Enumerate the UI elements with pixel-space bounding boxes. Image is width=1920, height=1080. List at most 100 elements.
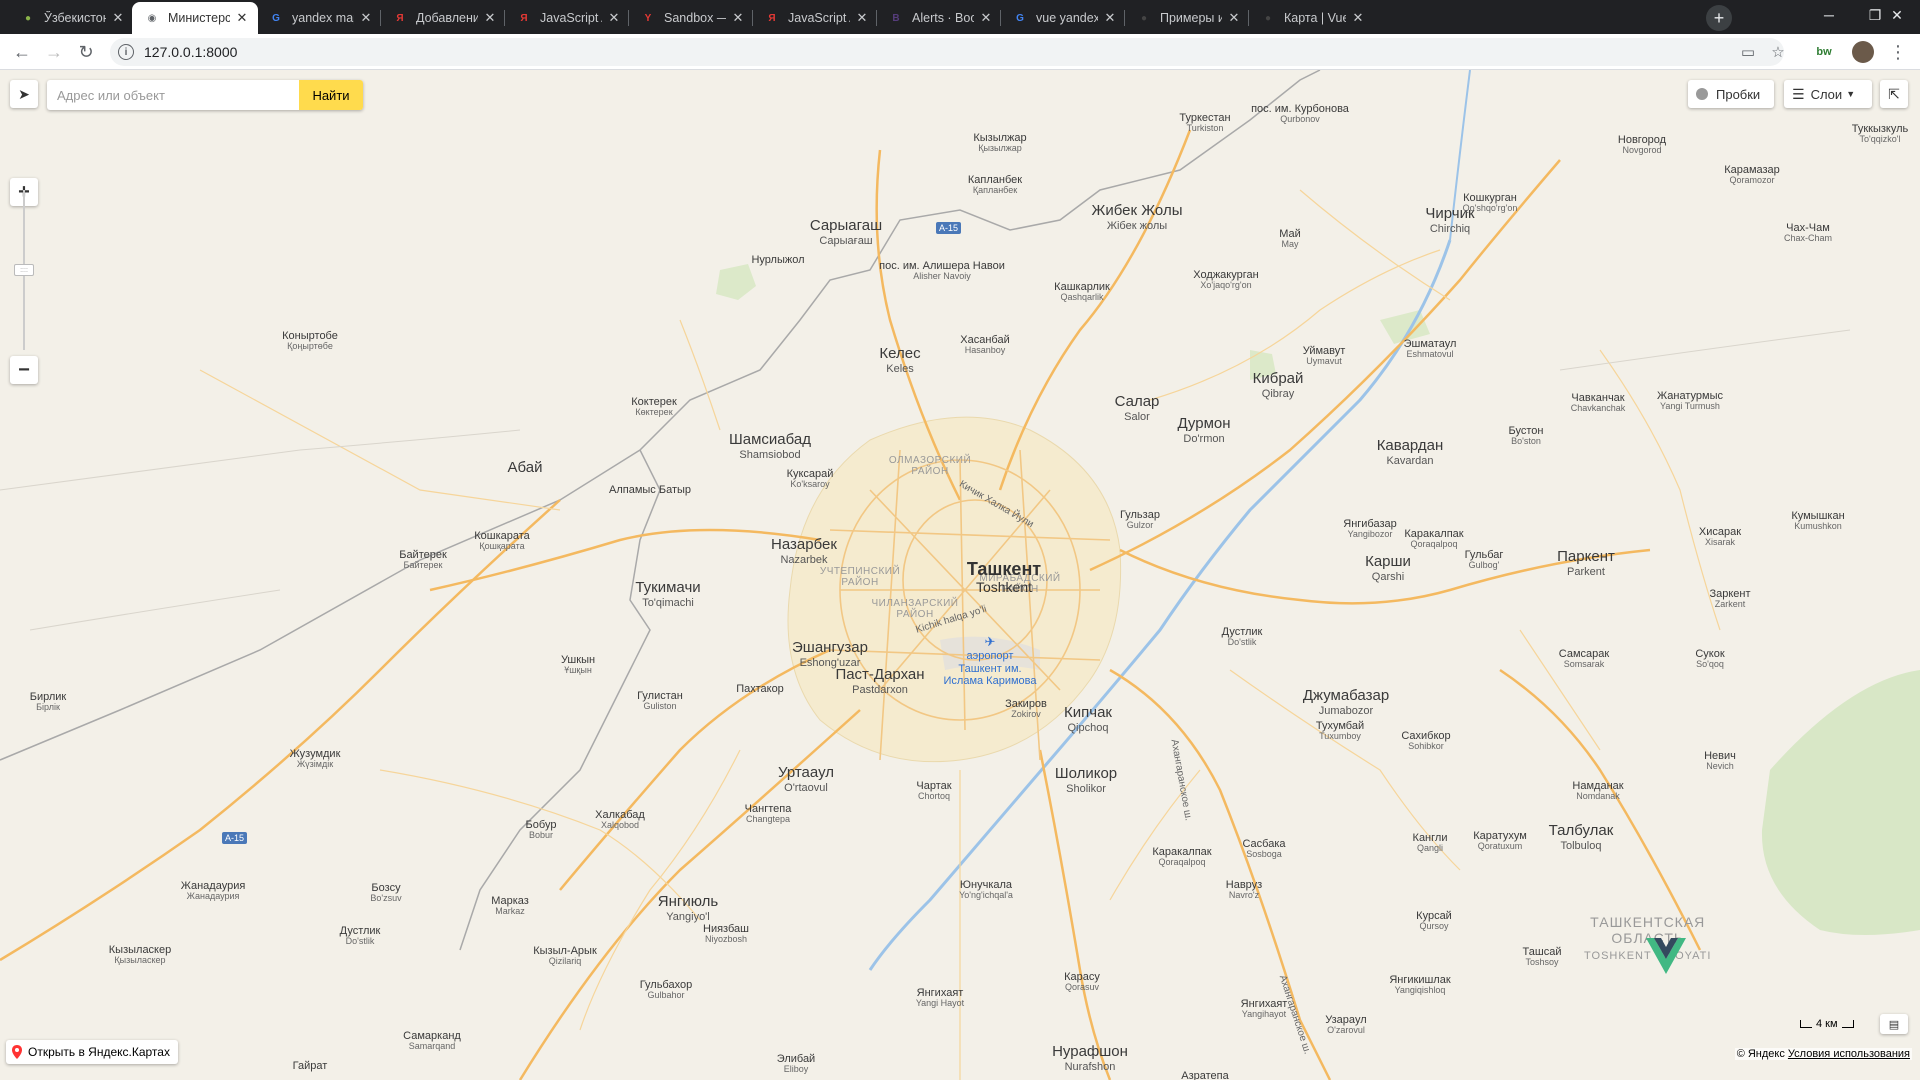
place-label[interactable]: Бозсу Bo'zsuv <box>370 882 401 904</box>
place-label[interactable]: Салар Salor <box>1115 393 1160 423</box>
place-label[interactable]: Кошкурган Qo'shqo'rg'on <box>1463 192 1518 214</box>
browser-tab[interactable]: Gvue yandex map ✕ <box>1000 2 1126 34</box>
place-label[interactable]: Ташкент Toshkent <box>967 559 1041 595</box>
place-label[interactable]: Янгибазар Yangibozor <box>1343 518 1397 540</box>
place-label[interactable]: Узарaул O'zarovul <box>1325 1014 1366 1036</box>
place-label[interactable]: Бобур Bobur <box>526 819 557 841</box>
place-label[interactable]: Карши Qarshi <box>1365 553 1411 583</box>
place-label[interactable]: Самсарак Somsarak <box>1559 648 1609 670</box>
place-label[interactable]: Келес Keles <box>879 345 920 375</box>
new-tab-button[interactable]: + <box>1706 5 1732 31</box>
bookmark-star-icon[interactable]: ☆ <box>1766 40 1790 64</box>
place-label[interactable]: Кангли Qangli <box>1413 832 1448 854</box>
place-label[interactable]: Чах-Чам Chax-Cham <box>1784 222 1832 244</box>
place-label[interactable]: Жанатурмыс Yangi Turmush <box>1657 390 1723 412</box>
place-label[interactable]: Коктерек Көктерек <box>631 396 677 418</box>
close-tab-icon[interactable]: ✕ <box>110 10 126 26</box>
menu-dots-icon[interactable]: ⋮ <box>1886 40 1910 64</box>
place-label[interactable]: Ниязбаш Niyozbosh <box>703 923 749 945</box>
place-label[interactable]: Азратепа <box>1181 1070 1228 1080</box>
place-label[interactable]: Чангтепа Changtepa <box>745 803 792 825</box>
place-label[interactable]: Тукимачи To'qimachi <box>635 579 700 609</box>
place-label[interactable]: Гульзар Gulzor <box>1120 509 1160 531</box>
place-label[interactable]: Нурафшон Nurafshon <box>1052 1043 1128 1073</box>
extension-icon[interactable]: bw <box>1812 40 1836 64</box>
place-label[interactable]: Заркент Zarkent <box>1709 588 1750 610</box>
place-label[interactable]: Жанадаурия Жанадаурия <box>181 880 246 902</box>
place-label[interactable]: Паст-Дархан Pastdarxon <box>835 666 924 696</box>
zoom-out-button[interactable]: − <box>10 356 38 384</box>
place-label[interactable]: Пахтакор <box>736 683 784 695</box>
browser-tab[interactable]: ◉ Министерство за ✕ <box>132 2 258 34</box>
place-label[interactable]: Байтерек Байтерек <box>399 549 447 571</box>
forward-icon[interactable]: → <box>40 38 68 66</box>
place-label[interactable]: Назарбек Nazarbek <box>771 536 837 566</box>
place-label[interactable]: Новгород Novgorod <box>1618 134 1666 156</box>
browser-tab[interactable]: ● Карта | Vue-yand ✕ <box>1248 2 1374 34</box>
place-label[interactable]: Самарканд Samarqand <box>403 1030 461 1052</box>
place-label[interactable]: Чартак Chortoq <box>916 780 951 802</box>
place-label[interactable]: пос. им. Курбонова Qurbonov <box>1251 103 1349 125</box>
place-label[interactable]: Май May <box>1279 228 1301 250</box>
place-label[interactable]: Невич Nevich <box>1704 750 1736 772</box>
place-label[interactable]: Гайрат <box>293 1060 328 1072</box>
browser-tab[interactable]: ● Примеры испол ✕ <box>1124 2 1250 34</box>
place-label[interactable]: Гульбаг Gulbog' <box>1465 549 1504 571</box>
translate-icon[interactable]: ▭ <box>1736 40 1760 64</box>
site-info-icon[interactable]: i <box>118 44 134 60</box>
yandex-map[interactable]: ОЛМАЗОРСКИЙ РАЙОН УЧТЕПИНСКИЙ РАЙОН ЧИЛАНЗ… <box>0 70 1920 1080</box>
browser-tab[interactable]: Y Sandbox — Yand ✕ <box>628 2 754 34</box>
place-label[interactable]: Халкабад Xalqobod <box>595 809 645 831</box>
close-tab-icon[interactable]: ✕ <box>234 10 250 26</box>
place-label[interactable]: Туркестан Turkiston <box>1179 112 1230 134</box>
place-label[interactable]: Каракалпак Qoraqalpoq <box>1404 528 1463 550</box>
profile-avatar[interactable] <box>1852 41 1874 63</box>
place-label[interactable]: Эшангузар Eshong'uzar <box>792 639 868 669</box>
place-label[interactable]: Элибай Eliboy <box>777 1053 815 1075</box>
ruler-icon[interactable]: ▤ <box>1880 1014 1908 1034</box>
place-label[interactable]: Курсай Qursoy <box>1416 910 1452 932</box>
place-label[interactable]: Янгиюль Yangiyo'l <box>658 893 718 923</box>
place-label[interactable]: Хисарак Xisarak <box>1699 526 1741 548</box>
place-label[interactable]: Каратухум Qoratuxum <box>1473 830 1527 852</box>
place-label[interactable]: Навруз Navro'z <box>1226 879 1262 901</box>
place-label[interactable]: Туккызкуль To'qqizko'l <box>1852 123 1909 145</box>
place-label[interactable]: Янгихаят Yangihayot <box>1241 998 1288 1020</box>
browser-tab[interactable]: Я Добавление мет ✕ <box>380 2 506 34</box>
place-label[interactable]: Тухумбай Tuxumboy <box>1316 720 1364 742</box>
close-tab-icon[interactable]: ✕ <box>730 10 746 26</box>
place-label[interactable]: Кипчак Qipchoq <box>1064 704 1112 734</box>
minimize-icon[interactable]: ─ <box>1806 0 1852 30</box>
place-label[interactable]: Кошкарата Қошқарата <box>474 530 530 552</box>
place-label[interactable]: Кашкарлик Qashqarlik <box>1054 281 1110 303</box>
place-label[interactable]: Бирлик Бірлік <box>30 691 66 713</box>
airport-label[interactable]: ✈ аэропорт Ташкент им. Ислама Каримова <box>944 634 1037 688</box>
place-label[interactable]: Ходжакурган Xo'jaqo'rg'on <box>1193 269 1258 291</box>
address-bar[interactable]: i 127.0.0.1:8000 <box>110 38 1784 66</box>
browser-tab[interactable]: ● Ўзбекистон Республ ✕ <box>8 2 134 34</box>
place-label[interactable]: Ташсай Toshsoy <box>1523 946 1562 968</box>
place-label[interactable]: Дурмон Do'rmon <box>1177 415 1230 445</box>
search-input[interactable] <box>47 80 299 110</box>
close-tab-icon[interactable]: ✕ <box>1226 10 1242 26</box>
place-label[interactable]: Кавардан Kavardan <box>1377 437 1444 467</box>
place-label[interactable]: пос. им. Алишера Навои Alisher Navoiy <box>879 260 1005 282</box>
place-label[interactable]: Кибрай Qibray <box>1253 370 1304 400</box>
place-label[interactable]: Кызылжар Қызылжар <box>973 132 1026 154</box>
place-label[interactable]: Сахибкор Sohibkor <box>1401 730 1450 752</box>
place-label[interactable]: Чавканчак Chavkanchak <box>1571 392 1626 414</box>
place-label[interactable]: Закиров Zokirov <box>1005 698 1047 720</box>
close-window-icon[interactable]: ✕ <box>1874 0 1920 30</box>
place-label[interactable]: Нурлыжол <box>751 254 804 266</box>
place-label[interactable]: Шамсиабад Shamsiobod <box>729 431 811 461</box>
close-tab-icon[interactable]: ✕ <box>358 10 374 26</box>
place-label[interactable]: Кумышкан Kumushkon <box>1791 510 1844 532</box>
place-label[interactable]: Марказ Markaz <box>491 895 529 917</box>
place-label[interactable]: Куксарай Ko'ksaroy <box>787 468 834 490</box>
fullscreen-icon[interactable]: ⇱ <box>1880 80 1908 108</box>
place-label[interactable]: Уртааул O'rtaovul <box>778 764 834 794</box>
place-label[interactable]: Жибек Жолы Жібек жолы <box>1092 202 1183 232</box>
place-label[interactable]: Янгикишлак Yangiqishloq <box>1389 974 1450 996</box>
close-tab-icon[interactable]: ✕ <box>606 10 622 26</box>
place-label[interactable]: Сукок So'qoq <box>1695 648 1724 670</box>
